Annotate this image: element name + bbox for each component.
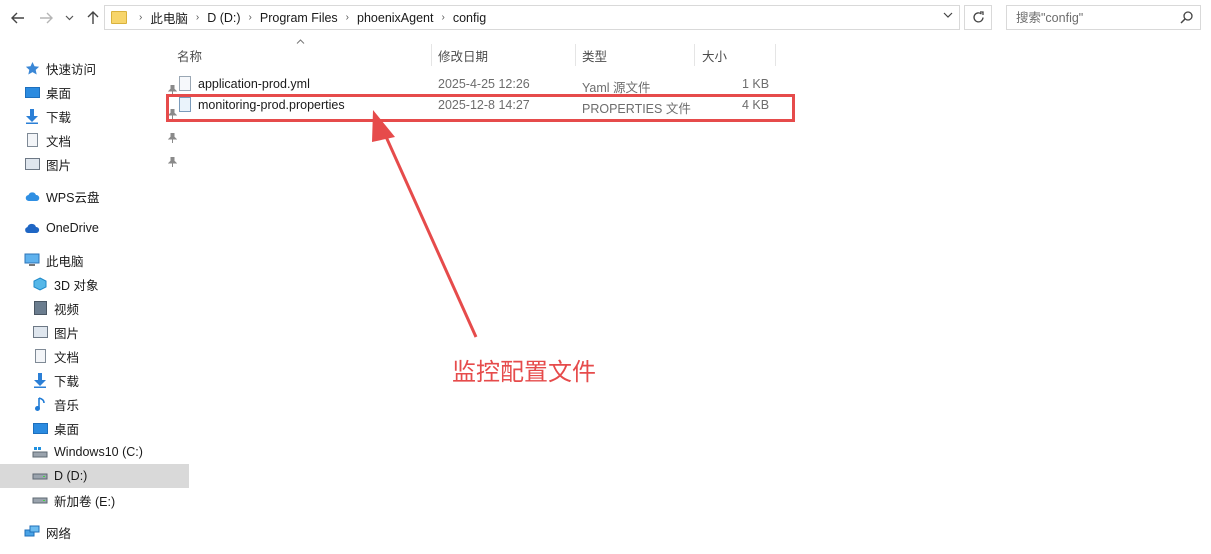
annotation-arrow-icon [372, 110, 478, 338]
annotation-label: 监控配置文件 [452, 358, 596, 386]
